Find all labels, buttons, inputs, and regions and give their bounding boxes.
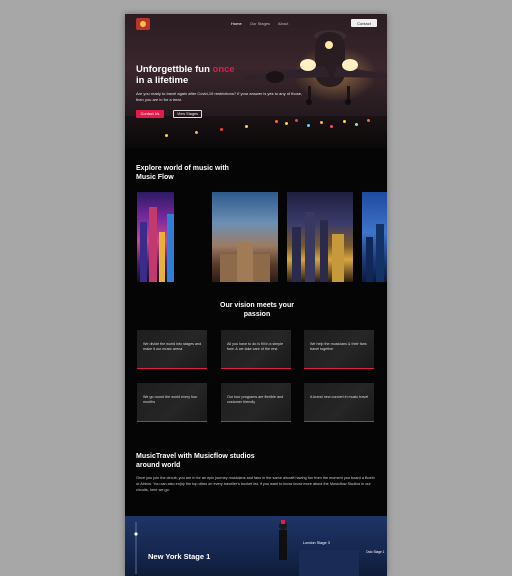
vision-card: We divide the world into stages and make… — [137, 330, 207, 369]
hero-description: Are you ready to travel again after Covi… — [136, 91, 303, 102]
stage-side-label[interactable]: Oslo Stage 1 — [366, 550, 384, 554]
nav-our-stages[interactable]: Our Stages — [250, 21, 270, 26]
contact-us-button[interactable]: Contact Us — [136, 110, 164, 118]
hero-title-accent: once — [212, 64, 235, 75]
vision-card: We help the musicians & their fans trave… — [304, 330, 374, 369]
header-contact-button[interactable]: Contact — [351, 19, 377, 27]
vision-card: A brand new concert in music travel — [304, 383, 374, 422]
hero-section: Home Our Stages About Contact Unforgettb… — [125, 14, 387, 148]
studios-title: MusicTravel with Musicflow studios aroun… — [136, 453, 255, 469]
vision-card-text: We divide the world into stages and make… — [143, 342, 202, 352]
vision-card-text: All you have to do is fill in a simple f… — [227, 342, 284, 352]
stage-main-label[interactable]: New York Stage 1 — [148, 552, 210, 561]
performer-image[interactable] — [267, 516, 297, 576]
nav-home[interactable]: Home — [231, 21, 242, 26]
hero-title-part2: in a lifetime — [136, 75, 189, 86]
hero-title-part1: Unforgettble fun — [136, 64, 213, 75]
brand-logo[interactable] — [136, 18, 150, 30]
night-skyline-image[interactable] — [287, 192, 353, 282]
vision-title: Our vision meets your passion — [220, 302, 294, 318]
explore-title: Explore world of music with Music Flow — [136, 165, 229, 181]
view-stages-button[interactable]: View Stages — [173, 110, 202, 118]
landing-page: Home Our Stages About Contact Unforgettb… — [125, 14, 387, 576]
waterfront-city-image[interactable] — [362, 192, 387, 282]
vision-card: Our tour programs are flexible and custo… — [221, 383, 291, 422]
vision-card-text: We help the musicians & their fans trave… — [310, 342, 367, 352]
runway-lights — [125, 116, 387, 148]
vision-card-text: We go round the world every four months — [143, 395, 198, 405]
stages-section: New York Stage 1 London Stage 3 Oslo Sta… — [125, 516, 387, 576]
palace-building-image[interactable] — [212, 192, 278, 282]
stage-card-label[interactable]: London Stage 3 — [303, 541, 330, 545]
nav-about[interactable]: About — [278, 21, 288, 26]
times-square-image[interactable] — [137, 192, 174, 282]
hero-title: Unforgettble fun once in a lifetime — [136, 64, 286, 86]
studios-description: Once you join the circuit, you are in fo… — [136, 476, 375, 492]
vision-card-text: Our tour programs are flexible and custo… — [227, 395, 284, 405]
main-nav: Home Our Stages About — [231, 21, 295, 26]
vision-card-text: A brand new concert in music travel — [310, 395, 369, 399]
vision-card: We go round the world every four months — [137, 383, 207, 422]
vision-card: All you have to do is fill in a simple f… — [221, 330, 291, 369]
stage-progress-line — [134, 522, 138, 574]
